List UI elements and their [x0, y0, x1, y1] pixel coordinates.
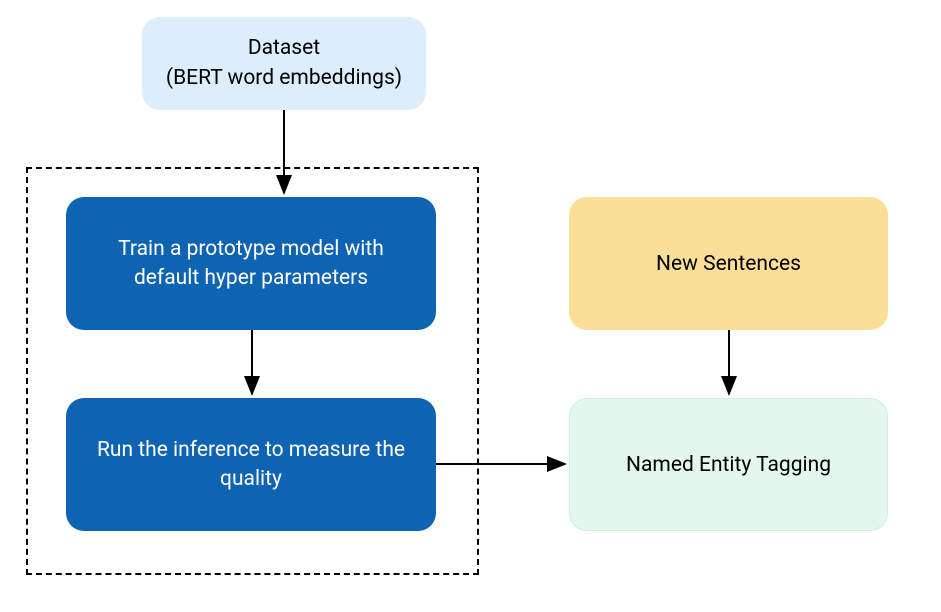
dataset-title: Dataset: [248, 36, 320, 60]
dataset-subtitle: (BERT word embeddings): [166, 66, 402, 90]
new-sentences-box: New Sentences: [569, 197, 888, 330]
inference-box: Run the inference to measure the quality: [66, 398, 436, 531]
train-box: Train a prototype model with default hyp…: [66, 197, 436, 330]
tagging-box: Named Entity Tagging: [569, 398, 888, 531]
new-sentences-label: New Sentences: [656, 252, 801, 276]
dataset-box: Dataset (BERT word embeddings): [142, 17, 426, 110]
tagging-label: Named Entity Tagging: [626, 453, 831, 477]
inference-label: Run the inference to measure the quality: [86, 436, 416, 493]
train-label: Train a prototype model with default hyp…: [86, 235, 416, 292]
